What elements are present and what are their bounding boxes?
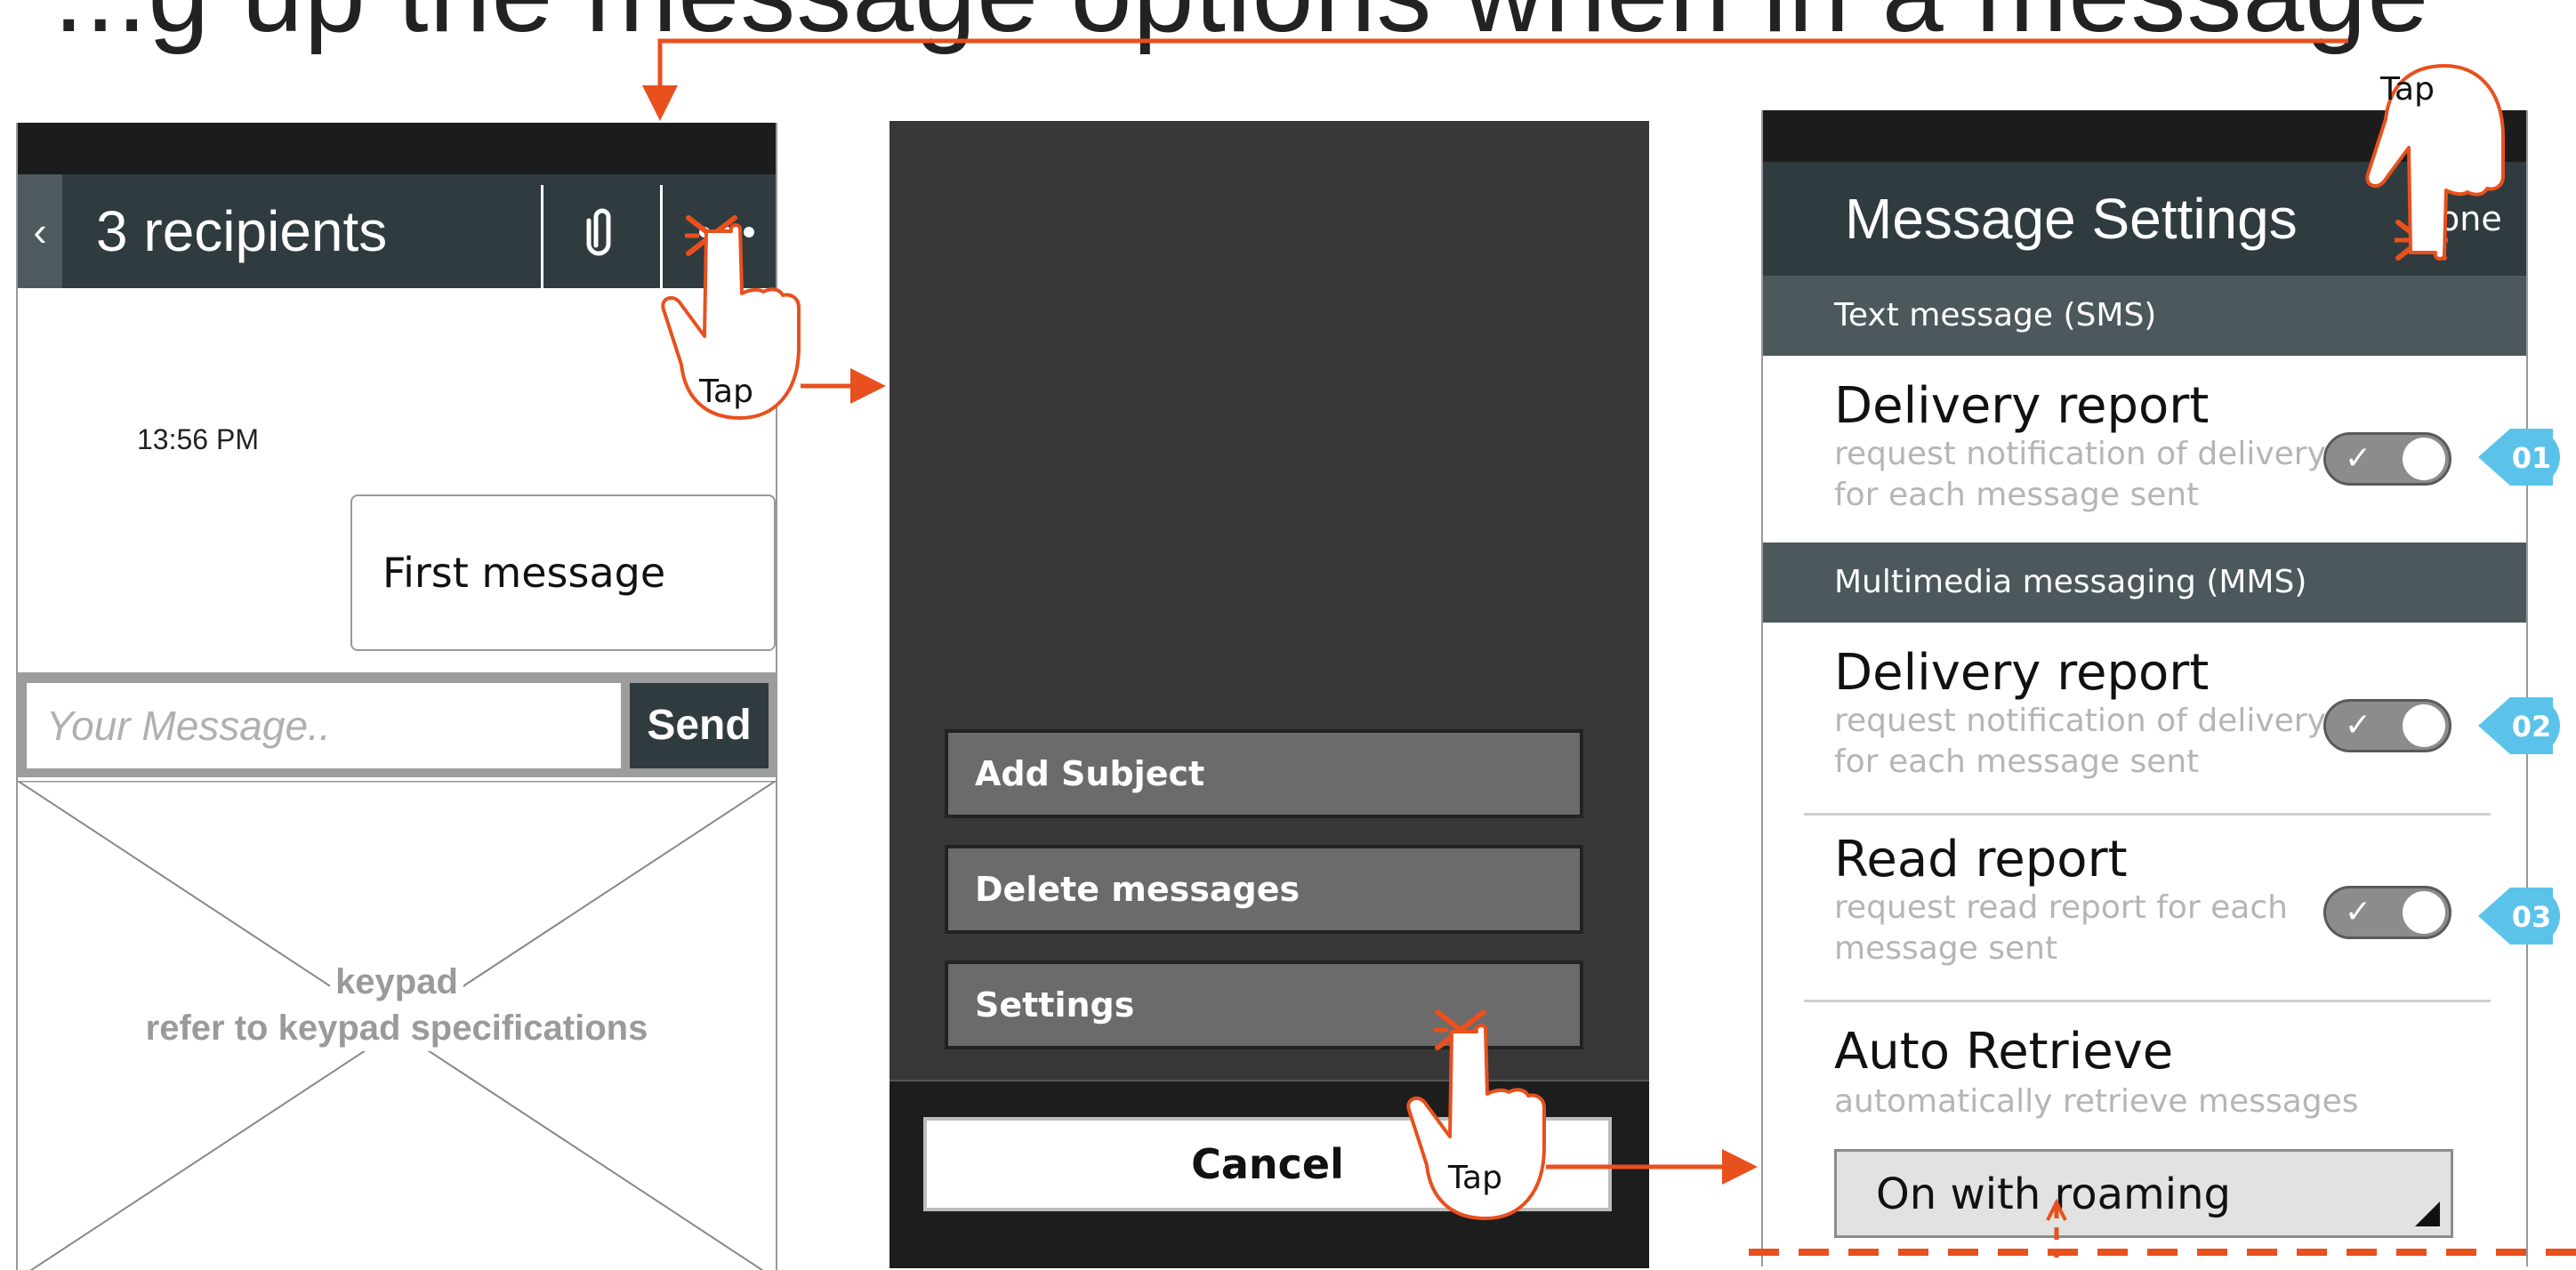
- annotation-overlay: Tap Tap Tap 01 02 03: [642, 38, 2576, 1258]
- callout-badge-02: 02: [2478, 697, 2560, 754]
- badge-label: 01: [2512, 441, 2552, 475]
- tap-label: Tap: [2379, 71, 2435, 108]
- callout-badge-01: 01: [2478, 429, 2560, 486]
- badge-label: 03: [2512, 900, 2552, 934]
- tap-label: Tap: [1447, 1160, 1502, 1196]
- callout-badge-03: 03: [2478, 888, 2560, 944]
- badge-label: 02: [2512, 710, 2552, 744]
- tap-label: Tap: [698, 374, 753, 410]
- return-arrow: [642, 38, 2348, 121]
